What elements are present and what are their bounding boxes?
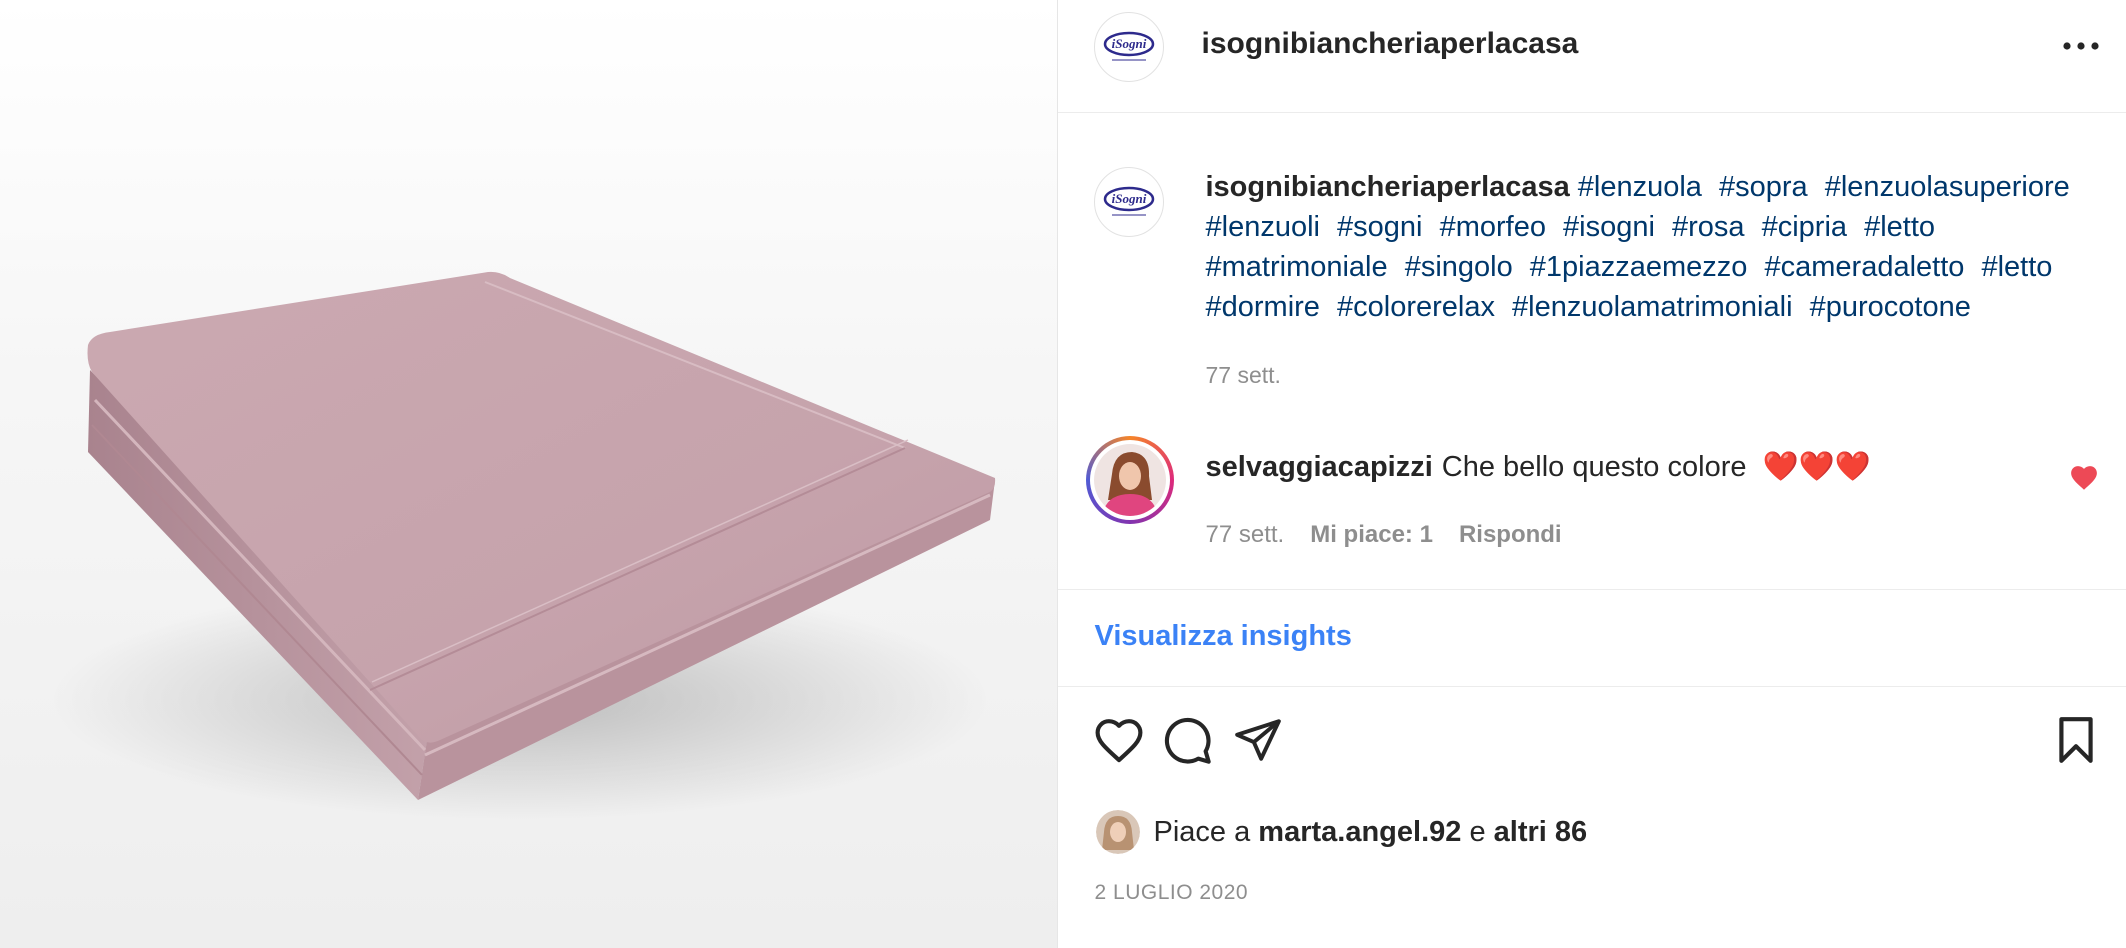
caption-text: isognibiancheriaperlacasa #lenzuola #sopr… (1206, 167, 2086, 327)
comment-avatar[interactable] (1085, 436, 1174, 524)
comment-text: selvaggiacapizzi Che bello questo colore … (1206, 450, 1871, 484)
likes-summary: Piace a marta.angel.92 e altri 86 (1095, 808, 1588, 856)
liker-username[interactable]: marta.angel.92 (1258, 816, 1461, 849)
hashtag-link[interactable]: #letto (1864, 211, 1935, 243)
other-likers-link[interactable]: altri 86 (1494, 816, 1588, 849)
view-insights-link[interactable]: Visualizza insights (1095, 620, 1352, 653)
user-photo-icon (1093, 444, 1166, 516)
comment-reply-button[interactable]: Rispondi (1459, 521, 1562, 549)
post-actions (1058, 710, 2126, 780)
post-image[interactable] (0, 0, 1058, 948)
caption-author[interactable]: isognibiancheriaperlacasa (1206, 171, 1570, 203)
hashtag-link[interactable]: #lenzuola (1578, 171, 1702, 203)
hashtag-link[interactable]: #letto (1981, 251, 2052, 283)
paper-plane-icon (1234, 719, 1281, 761)
hashtag-link[interactable]: #cameradaletto (1765, 251, 1965, 283)
hashtag-link[interactable]: #1piazzaemezzo (1530, 251, 1748, 283)
comment-emoji: ❤️❤️❤️ (1762, 451, 1871, 483)
bookmark-icon (2058, 717, 2093, 763)
hashtag-link[interactable]: #matrimoniale (1206, 251, 1388, 283)
post-side-panel: iSogni isognibiancheriaperlacasa iSogni (1057, 0, 2126, 948)
comment-button[interactable] (1157, 710, 1217, 770)
hashtag-link[interactable]: #sopra (1719, 171, 1808, 203)
account-username[interactable]: isognibiancheriaperlacasa (1202, 27, 1579, 61)
comment-author[interactable]: selvaggiacapizzi (1206, 451, 1433, 483)
svg-text:iSogni: iSogni (1111, 36, 1146, 51)
isogni-logo-icon: iSogni (1103, 31, 1154, 61)
user-photo-icon (1095, 810, 1140, 854)
insights-bar: Visualizza insights (1057, 589, 2126, 687)
comment-time[interactable]: 77 sett. (1206, 521, 1285, 549)
heart-outline-icon (1095, 719, 1142, 763)
share-button[interactable] (1228, 710, 1288, 770)
isogni-logo-icon: iSogni (1103, 186, 1154, 216)
more-options-button[interactable] (2057, 28, 2105, 64)
hashtag-link[interactable]: #isogni (1563, 211, 1655, 243)
hashtag-link[interactable]: #singolo (1405, 251, 1513, 283)
caption-author-avatar[interactable]: iSogni (1093, 167, 1164, 237)
comment-likes-count[interactable]: Mi piace: 1 (1310, 521, 1433, 549)
caption-time[interactable]: 77 sett. (1206, 362, 1281, 389)
hashtag-link[interactable]: #lenzuolasuperiore (1825, 171, 2070, 203)
hashtag-link[interactable]: #lenzuolamatrimoniali (1512, 291, 1792, 323)
hashtag-link[interactable]: #rosa (1672, 211, 1745, 243)
account-avatar[interactable]: iSogni (1093, 12, 1164, 82)
hashtag-link[interactable]: #colorerelax (1337, 291, 1495, 323)
likes-middle: e (1461, 815, 1494, 848)
svg-text:iSogni: iSogni (1111, 191, 1146, 206)
comment-bubble-icon (1164, 717, 1211, 764)
hashtag-link[interactable]: #dormire (1206, 291, 1320, 323)
hashtag-link[interactable]: #lenzuoli (1206, 211, 1320, 243)
save-button[interactable] (2046, 710, 2106, 770)
post-date[interactable]: 2 LUGLIO 2020 (1095, 881, 1249, 905)
hashtag-link[interactable]: #purocotone (1810, 291, 1971, 323)
like-button[interactable] (1089, 710, 1149, 770)
comment-like-button[interactable] (2069, 464, 2099, 496)
comment-meta: 77 sett. Mi piace: 1 Rispondi (1206, 521, 1562, 549)
hashtag-link[interactable]: #cipria (1762, 211, 1847, 243)
post-header: iSogni isognibiancheriaperlacasa (1057, 0, 2126, 113)
heart-filled-icon (2070, 466, 2097, 490)
hashtag-link[interactable]: #sogni (1337, 211, 1422, 243)
more-horizontal-icon (2062, 42, 2099, 50)
likes-prefix: Piace a (1153, 815, 1259, 848)
comment-body: Che bello questo colore (1441, 451, 1747, 483)
hashtag-link[interactable]: #morfeo (1440, 211, 1546, 243)
liker-avatar[interactable] (1095, 810, 1140, 854)
post-dialog: iSogni isognibiancheriaperlacasa iSogni (0, 0, 2126, 948)
folded-sheet-illustration (50, 271, 996, 820)
